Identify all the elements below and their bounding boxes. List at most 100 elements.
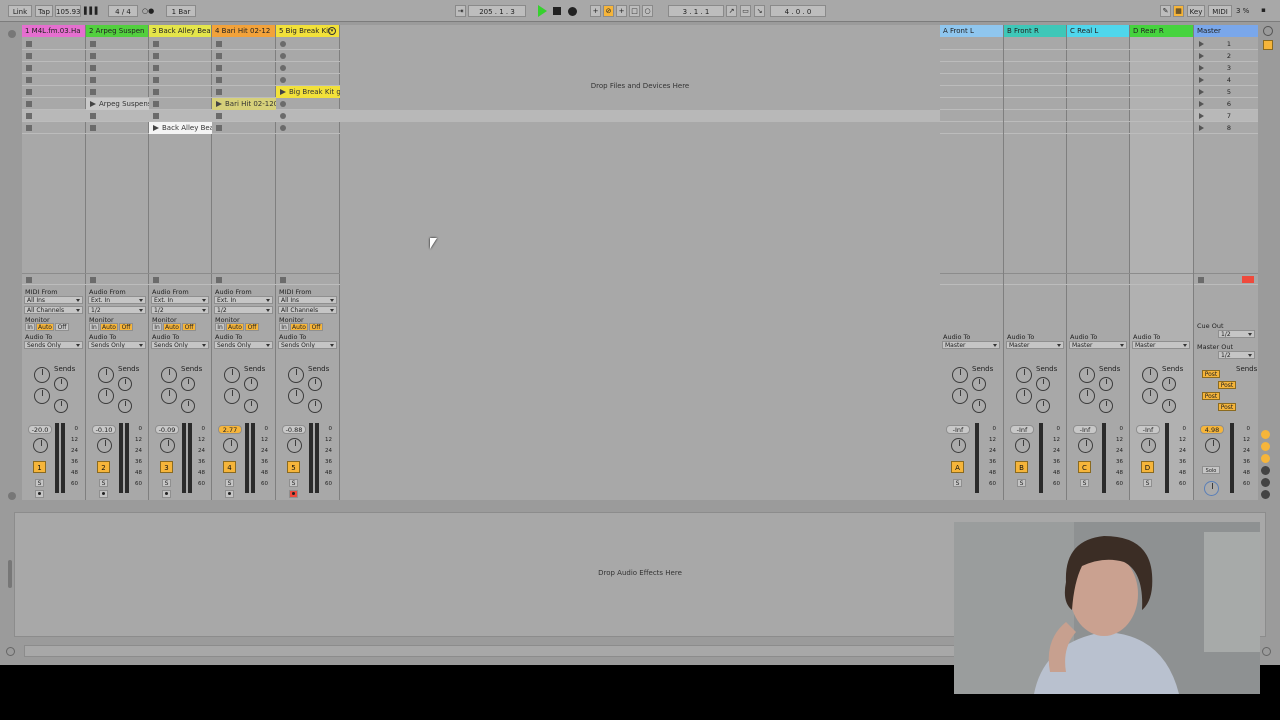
solo-button[interactable]: S: [953, 479, 962, 487]
follow-icon[interactable]: ⇥: [455, 5, 466, 17]
computer-keyboard-icon[interactable]: ▦: [1173, 5, 1184, 17]
pan-knob[interactable]: [97, 438, 112, 453]
send-c-knob[interactable]: [1142, 388, 1158, 404]
time-signature[interactable]: 4 / 4: [108, 5, 138, 17]
input-channel-dropdown[interactable]: 1/2: [151, 306, 209, 314]
clip-slot[interactable]: [149, 86, 212, 98]
scene-launch[interactable]: 8: [1194, 122, 1258, 134]
volume-field[interactable]: -0.88: [282, 425, 306, 434]
output-dropdown[interactable]: Master: [1069, 341, 1127, 349]
send-c-knob[interactable]: [288, 388, 304, 404]
midi-map-button[interactable]: MIDI: [1208, 5, 1232, 17]
scene-launch-icon[interactable]: [1199, 65, 1204, 71]
metronome-toggle-icon[interactable]: ○●: [142, 5, 154, 17]
scroll-left-icon[interactable]: [6, 647, 15, 656]
clip-slot-stop-icon[interactable]: [90, 65, 96, 71]
clip-slot[interactable]: [22, 62, 86, 74]
monitor-in-button[interactable]: In: [89, 323, 99, 331]
send-b-knob[interactable]: [308, 377, 322, 391]
stop-clip-icon[interactable]: [216, 277, 222, 283]
clip-slot[interactable]: [212, 62, 276, 74]
re-enable-automation-icon[interactable]: +: [616, 5, 627, 17]
clip-slot-stop-icon[interactable]: [26, 113, 32, 119]
returns-toggle-icon[interactable]: [1261, 442, 1270, 451]
monitor-off-button[interactable]: Off: [119, 323, 133, 331]
send-d-knob[interactable]: [244, 399, 258, 413]
input-channel-dropdown[interactable]: All Channels: [278, 306, 337, 314]
send-b-knob[interactable]: [1099, 377, 1113, 391]
output-dropdown[interactable]: Sends Only: [214, 341, 273, 349]
monitor-auto-button[interactable]: Auto: [290, 323, 308, 331]
arm-button[interactable]: [289, 490, 298, 498]
cue-out-dropdown[interactable]: 1/2: [1218, 330, 1255, 338]
monitor-auto-button[interactable]: Auto: [226, 323, 244, 331]
io-toggle-icon[interactable]: [1263, 40, 1273, 50]
clip-slot[interactable]: [22, 74, 86, 86]
sends-toggle-icon[interactable]: [1261, 430, 1270, 439]
stop-clip-icon[interactable]: [26, 277, 32, 283]
stop-clip-icon[interactable]: [280, 277, 286, 283]
clip-slot[interactable]: [149, 38, 212, 50]
pan-knob[interactable]: [1141, 438, 1156, 453]
scene-launch[interactable]: 5: [1194, 86, 1258, 98]
solo-button[interactable]: S: [1080, 479, 1089, 487]
scene-launch[interactable]: 7: [1194, 110, 1258, 122]
clip-slot-stop-icon[interactable]: [26, 125, 32, 131]
loop-icon[interactable]: ▭: [740, 5, 751, 17]
clip-slot[interactable]: [86, 50, 149, 62]
send-b-knob[interactable]: [118, 377, 132, 391]
pan-knob[interactable]: [1205, 438, 1220, 453]
clip-slot[interactable]: [212, 74, 276, 86]
scene-launch-icon[interactable]: [1199, 77, 1204, 83]
return-activator-button[interactable]: B: [1015, 461, 1028, 473]
track-activator-button[interactable]: 4: [223, 461, 236, 473]
input-channel-dropdown[interactable]: 1/2: [214, 306, 273, 314]
scene-launch-icon[interactable]: [1199, 101, 1204, 107]
clip[interactable]: Big Break Kit gr: [276, 86, 340, 98]
input-type-dropdown[interactable]: Ext. In: [151, 296, 209, 304]
arrangement-position[interactable]: 205 . 1 . 3: [468, 5, 526, 17]
clip-slot[interactable]: [22, 38, 86, 50]
clip-slot[interactable]: [276, 98, 340, 110]
draw-mode-icon[interactable]: ✎: [1160, 5, 1171, 17]
tempo-field[interactable]: 105.93: [55, 5, 81, 17]
send-b-knob[interactable]: [181, 377, 195, 391]
scene-launch[interactable]: 6: [1194, 98, 1258, 110]
return-activator-button[interactable]: A: [951, 461, 964, 473]
volume-field[interactable]: -0.10: [92, 425, 116, 434]
clip-slot[interactable]: [86, 122, 149, 134]
clip-slot[interactable]: [22, 110, 86, 122]
scroll-right-icon[interactable]: [1262, 647, 1271, 656]
send-c-knob[interactable]: [952, 388, 968, 404]
io-section-toggle-icon[interactable]: [1261, 490, 1270, 499]
cue-volume-knob[interactable]: [1204, 481, 1219, 496]
send-a-knob[interactable]: [224, 367, 240, 383]
clip-slot-stop-icon[interactable]: [216, 125, 222, 131]
clip-slot[interactable]: [22, 122, 86, 134]
scene-launch-icon[interactable]: [1199, 41, 1204, 47]
clip-slot[interactable]: [212, 110, 276, 122]
send-d-knob[interactable]: [1162, 399, 1176, 413]
track-stop-slot[interactable]: [149, 273, 212, 285]
output-dropdown[interactable]: Master: [1006, 341, 1064, 349]
send-b-knob[interactable]: [244, 377, 258, 391]
post-toggle-button[interactable]: Post: [1218, 381, 1236, 389]
output-dropdown[interactable]: Master: [942, 341, 1000, 349]
clip-slot[interactable]: [149, 50, 212, 62]
track-delay-toggle-icon[interactable]: [1261, 478, 1270, 487]
output-dropdown[interactable]: Sends Only: [151, 341, 209, 349]
monitor-off-button[interactable]: Off: [182, 323, 196, 331]
clip-slot-stop-icon[interactable]: [280, 65, 286, 71]
solo-button[interactable]: S: [1017, 479, 1026, 487]
clip-slot[interactable]: [86, 110, 149, 122]
monitor-off-button[interactable]: Off: [309, 323, 323, 331]
output-dropdown[interactable]: Sends Only: [24, 341, 83, 349]
clip-slot-stop-icon[interactable]: [216, 53, 222, 59]
scene-launch[interactable]: 1: [1194, 38, 1258, 50]
tap-tempo-button[interactable]: Tap: [35, 5, 53, 17]
pan-knob[interactable]: [287, 438, 302, 453]
pan-knob[interactable]: [160, 438, 175, 453]
clip-slot[interactable]: [22, 86, 86, 98]
clip-slot[interactable]: [86, 38, 149, 50]
send-b-knob[interactable]: [1162, 377, 1176, 391]
